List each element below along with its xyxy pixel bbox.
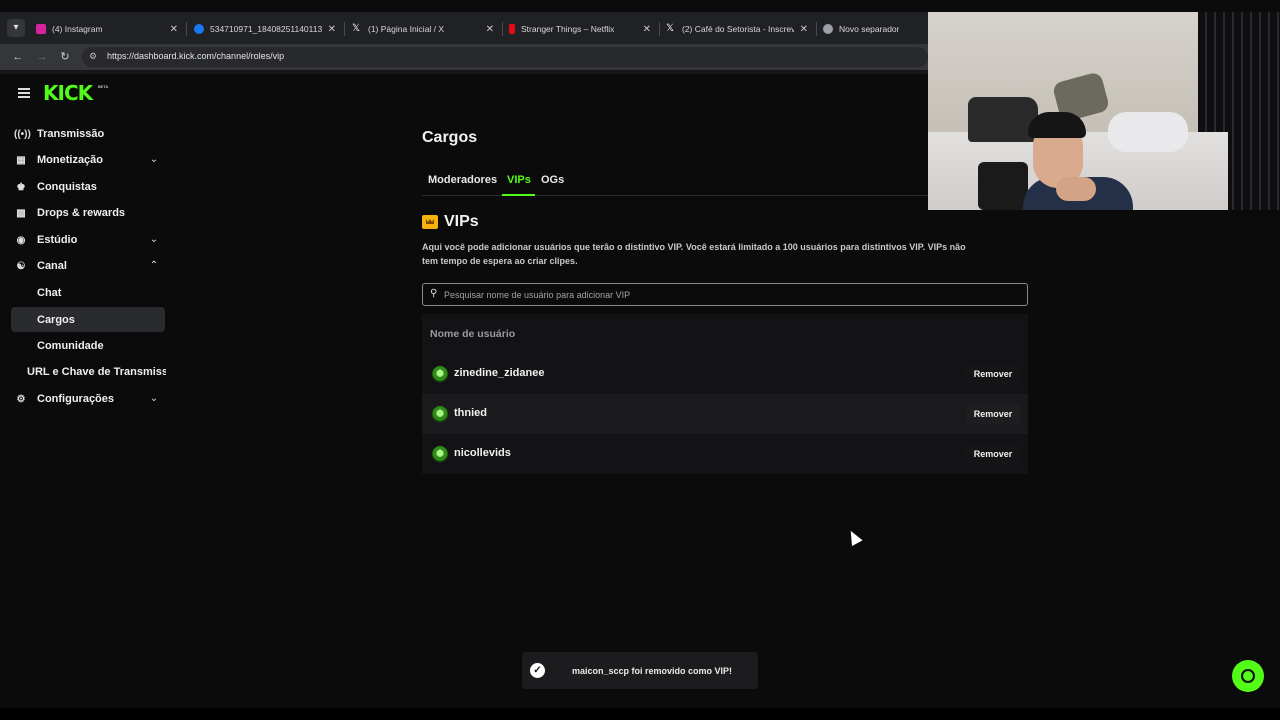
chevron-down-icon[interactable]: ⌄ xyxy=(148,230,160,250)
support-chat-icon[interactable] xyxy=(1232,660,1264,692)
toast-notification: ✓ maicon_sccp foi removido como VIP! xyxy=(522,652,758,689)
close-tab-icon[interactable]: ✕ xyxy=(170,24,178,35)
broadcast-icon: ((•)) xyxy=(14,128,31,140)
remove-button[interactable]: Remover xyxy=(966,403,1020,424)
instagram-icon xyxy=(36,24,46,34)
table-row: zinedine_zidanee Remover xyxy=(422,354,1028,394)
tab-divider xyxy=(186,22,187,36)
gear-icon: ⚙ xyxy=(16,393,26,405)
avatar[interactable] xyxy=(432,366,448,382)
toast-message: maicon_sccp foi removido como VIP! xyxy=(572,666,733,676)
chart-icon: ▦ xyxy=(16,154,26,166)
column-header-username: Nome de usuário xyxy=(430,328,516,340)
trophy-icon: ♚ xyxy=(16,181,26,193)
sidebar-item-conquistas[interactable]: ♚ Conquistas xyxy=(14,177,97,197)
kick-logo[interactable]: KICK xyxy=(43,81,93,105)
browser-tab-x-cafe[interactable]: 𝕏 (2) Café do Setorista - Inscreva ✕ xyxy=(666,16,808,42)
bottom-bar xyxy=(0,708,1280,720)
sidebar-subitem-chat[interactable]: Chat xyxy=(37,287,61,299)
browser-tab-new[interactable]: Novo separador xyxy=(823,16,923,42)
username[interactable]: zinedine_zidanee xyxy=(454,367,544,379)
browser-tab-netflix[interactable]: Stranger Things – Netflix ✕ xyxy=(509,16,651,42)
sidebar-subitem-comunidade[interactable]: Comunidade xyxy=(37,340,104,352)
beta-badge: BETA xyxy=(98,84,109,89)
reload-icon[interactable]: ↻ xyxy=(58,49,72,65)
avatar[interactable] xyxy=(432,446,448,462)
webcam-overlay xyxy=(928,12,1280,210)
table-row: thnied Remover xyxy=(422,394,1028,434)
avatar[interactable] xyxy=(432,406,448,422)
page-title: Cargos xyxy=(422,129,478,146)
back-arrow-icon[interactable]: ← xyxy=(11,49,25,65)
site-info-icon[interactable]: ⚙ xyxy=(89,51,101,61)
browser-tab-instagram[interactable]: (4) Instagram ✕ xyxy=(36,16,178,42)
close-tab-icon[interactable]: ✕ xyxy=(486,24,494,35)
globe-icon xyxy=(823,24,833,34)
section-description: Aqui você pode adicionar usuários que te… xyxy=(422,242,966,266)
browser-tab-facebook[interactable]: 534710971_1840825114011313 ✕ xyxy=(194,16,336,42)
mouse-cursor xyxy=(845,528,863,546)
close-tab-icon[interactable]: ✕ xyxy=(800,24,808,35)
tab-search-chevron-icon[interactable]: ▾ xyxy=(7,19,25,37)
search-icon: ⚲ xyxy=(430,288,438,299)
vip-table: Nome de usuário zinedine_zidanee Remover… xyxy=(422,314,1028,474)
tab-ogs[interactable]: OGs xyxy=(541,174,564,186)
channel-icon: ☯ xyxy=(16,260,26,272)
sidebar-active-highlight xyxy=(11,307,165,332)
x-logo-icon: 𝕏 xyxy=(666,23,675,34)
check-circle-icon: ✓ xyxy=(530,663,545,678)
tab-divider xyxy=(502,22,503,36)
username[interactable]: thnied xyxy=(454,407,487,419)
url-text[interactable]: https://dashboard.kick.com/channel/roles… xyxy=(107,51,284,61)
browser-tab-x[interactable]: 𝕏 (1) Página Inicial / X ✕ xyxy=(352,16,494,42)
netflix-icon xyxy=(509,24,515,34)
hamburger-menu-icon[interactable] xyxy=(18,88,30,98)
tabs-divider xyxy=(422,195,928,196)
table-row: nicollevids Remover xyxy=(422,434,1028,474)
vip-search-box[interactable]: ⚲ xyxy=(422,283,1028,306)
gift-icon: ▩ xyxy=(16,207,26,219)
remove-button[interactable]: Remover xyxy=(966,363,1020,384)
chevron-down-icon[interactable]: ⌄ xyxy=(148,150,160,170)
username[interactable]: nicollevids xyxy=(454,447,511,459)
remove-button[interactable]: Remover xyxy=(966,443,1020,464)
tab-vips[interactable]: VIPs xyxy=(507,174,531,186)
section-title: VIPs xyxy=(444,213,479,230)
active-tab-indicator xyxy=(502,194,535,196)
close-tab-icon[interactable]: ✕ xyxy=(643,24,651,35)
crown-icon xyxy=(422,215,438,229)
close-tab-icon[interactable]: ✕ xyxy=(328,24,336,35)
sidebar-item-canal[interactable]: ☯ Canal xyxy=(14,256,67,276)
search-input[interactable] xyxy=(444,287,1014,302)
tab-divider xyxy=(816,22,817,36)
x-logo-icon: 𝕏 xyxy=(352,23,361,34)
tab-divider xyxy=(344,22,345,36)
studio-icon: ◉ xyxy=(16,234,26,246)
sidebar-subitem-cargos[interactable]: Cargos xyxy=(37,314,75,326)
sidebar-subitem-url-chave[interactable]: URL e Chave de Transmissão xyxy=(27,366,166,378)
sidebar-item-estudio[interactable]: ◉ Estúdio xyxy=(14,230,78,250)
sidebar-item-drops[interactable]: ▩ Drops & rewards xyxy=(14,203,125,223)
chevron-up-icon[interactable]: ⌃ xyxy=(148,256,160,276)
sidebar-item-configuracoes[interactable]: ⚙ Configurações xyxy=(14,389,115,409)
tab-divider xyxy=(659,22,660,36)
forward-arrow-icon[interactable]: → xyxy=(35,49,49,65)
tab-moderadores[interactable]: Moderadores xyxy=(428,174,497,186)
sidebar-item-monetizacao[interactable]: ▦ Monetização xyxy=(14,150,103,170)
chevron-down-icon[interactable]: ⌄ xyxy=(148,389,160,409)
facebook-icon xyxy=(194,24,204,34)
sidebar-item-transmissao[interactable]: ((•)) Transmissão xyxy=(14,124,104,144)
